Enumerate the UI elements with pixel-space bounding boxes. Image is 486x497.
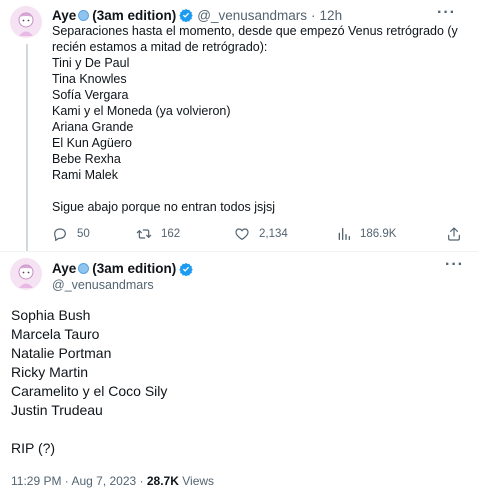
tweet-text-line: RIP (?) (11, 440, 56, 456)
tweet-text-line: Ariana Grande (52, 120, 134, 134)
reply-button[interactable]: 50 (52, 224, 90, 244)
display-name[interactable]: Aye (52, 261, 76, 276)
tweet-text-line: Sophia Bush (11, 307, 91, 323)
tweet-text-line: Separaciones hasta el momento, desde que… (52, 24, 458, 38)
retweet-count: 162 (161, 228, 181, 240)
tweet-text: Separaciones hasta el momento, desde que… (52, 23, 472, 215)
more-options-icon[interactable]: ··· (445, 256, 464, 274)
views-count: 186.9K (360, 228, 397, 240)
views-button[interactable]: 186.9K (336, 224, 396, 244)
reply-count: 50 (77, 228, 90, 240)
views-count: 28.7K (146, 474, 179, 488)
tweet-text: Sophia Bush Marcela Tauro Natalie Portma… (11, 306, 167, 458)
verified-badge-icon[interactable] (179, 262, 194, 276)
retweet-icon (136, 229, 152, 239)
tweet-text-line: Tini y De Paul (52, 56, 130, 70)
views-label: Views (178, 474, 215, 488)
display-name-edition[interactable]: (3am edition) (92, 261, 176, 276)
reply-icon (54, 228, 66, 241)
tweet-text-line: Justin Trudeau (11, 402, 103, 418)
handle[interactable]: @_venusandmars (197, 8, 307, 23)
avatar[interactable] (10, 6, 42, 38)
tweet-text-line: Bebe Rexha (52, 152, 121, 166)
globe-emoji-icon (78, 9, 90, 21)
like-count: 2,134 (259, 228, 288, 240)
tweet-text-line: Rami Malek (52, 168, 118, 182)
verified-badge-icon[interactable] (179, 8, 194, 22)
thread-line (26, 44, 28, 251)
tweet-first[interactable]: Aye (3am edition) @_venusandmars · 12h ·… (0, 0, 478, 252)
tweet-text-line: Kami y el Moneda (ya volvieron) (52, 104, 231, 118)
tweet-text-line: recién estamos a mitad de retrógrado): (52, 40, 268, 54)
tweet-text-line: Sofía Vergara (52, 88, 129, 102)
display-name-edition[interactable]: (3am edition) (92, 8, 176, 23)
tweet-time[interactable]: 12h (320, 8, 343, 23)
views-chart-icon (338, 228, 350, 240)
tweet-actions: 50 162 2,134 186.9K (52, 224, 472, 244)
tweet-text-line: Caramelito y el Coco Sily (11, 383, 168, 399)
share-icon (448, 227, 460, 241)
tweet-header: Aye (3am edition) @_venusandmars · 12h (52, 6, 342, 24)
avatar[interactable] (10, 258, 42, 290)
tweet-text-line: Natalie Portman (11, 345, 112, 361)
tweet-header: Aye (3am edition) (52, 261, 194, 276)
tweet-text-line: Marcela Tauro (11, 326, 100, 342)
separator-dot: · (311, 7, 316, 23)
retweet-button[interactable]: 162 (136, 224, 180, 244)
tweet-text-line: Ricky Martin (11, 364, 89, 380)
tweet-text-line: El Kun Agüero (52, 136, 132, 150)
share-button[interactable] (446, 224, 471, 244)
tweet-timestamp[interactable]: 11:29 PM · Aug 7, 2023 · (11, 474, 147, 488)
heart-icon (235, 228, 249, 240)
tweet-text-line: Sigue abajo porque no entran todos jsjsj (52, 200, 276, 214)
display-name[interactable]: Aye (52, 8, 76, 23)
more-options-icon[interactable]: ··· (437, 4, 456, 22)
like-button[interactable]: 2,134 (234, 224, 288, 244)
tweet-metadata: 11:29 PM · Aug 7, 2023 · 28.7K Views (11, 474, 214, 488)
handle[interactable]: @_venusandmars (52, 278, 154, 292)
globe-emoji-icon (78, 263, 90, 274)
tweet-text-line: Tina Knowles (52, 72, 127, 86)
